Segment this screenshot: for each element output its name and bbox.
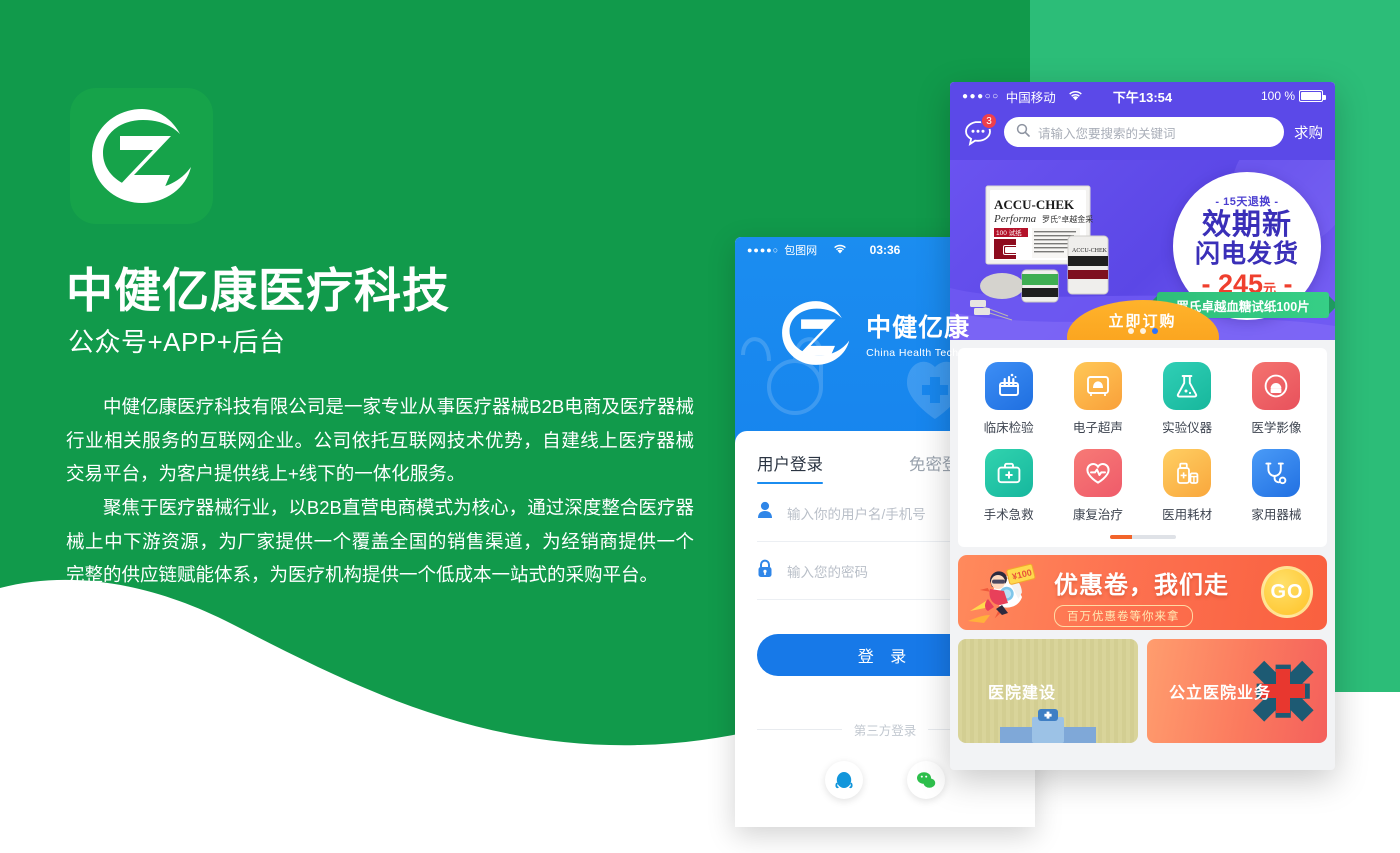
search-icon bbox=[1016, 123, 1030, 142]
company-logo bbox=[70, 88, 213, 224]
tile-label: 公立医院业务 bbox=[1169, 684, 1272, 702]
rocket-girl-illustration: ¥100 bbox=[968, 563, 1036, 623]
category-lab-instruments[interactable]: 实验仪器 bbox=[1143, 362, 1232, 436]
category-grid-card: 临床检验 电子超声 实验仪器 医学影像 手术急救 康复治疗 医用耗材 家用器械 bbox=[958, 348, 1327, 547]
company-description: 中健亿康医疗科技有限公司是一家专业从事医疗器械B2B电商及医疗器械行业相关服务的… bbox=[66, 390, 694, 592]
category-home-devices[interactable]: 家用器械 bbox=[1232, 449, 1321, 523]
banner-dot-1[interactable] bbox=[1127, 328, 1134, 334]
category-medical-consumables[interactable]: 医用耗材 bbox=[1143, 449, 1232, 523]
category-grid: 临床检验 电子超声 实验仪器 医学影像 手术急救 康复治疗 医用耗材 家用器械 bbox=[964, 362, 1321, 523]
chat-bubble-button[interactable]: 3 bbox=[962, 113, 997, 148]
poster-canvas: 中健亿康医疗科技 公众号+APP+后台 中健亿康医疗科技有限公司是一家专业从事医… bbox=[0, 0, 1400, 853]
wifi-icon bbox=[1068, 89, 1083, 104]
qq-login-button[interactable] bbox=[825, 761, 863, 799]
search-placeholder: 请输入您要搜索的关键词 bbox=[1038, 126, 1176, 141]
login-brand-row: 中健亿康 China Health Technology bbox=[735, 295, 1035, 371]
brand-name-cn: 中健亿康 bbox=[866, 313, 971, 342]
medicine-bottle-icon bbox=[1163, 449, 1212, 497]
coupon-subtitle: 百万优惠卷等你来拿 bbox=[1054, 604, 1193, 627]
search-row: 3 请输入您要搜索的关键词 求购 bbox=[950, 110, 1335, 158]
description-paragraph-1: 中健亿康医疗科技有限公司是一家专业从事医疗器械B2B电商及医疗器械行业相关服务的… bbox=[66, 396, 694, 485]
coupon-go-button[interactable]: GO bbox=[1261, 566, 1313, 618]
brand-text-block: 中健亿康 China Health Technology bbox=[866, 308, 992, 359]
lock-icon bbox=[757, 559, 773, 583]
chat-unread-badge: 3 bbox=[981, 113, 997, 129]
qq-icon bbox=[835, 772, 853, 789]
carrier-label: 中国移动 bbox=[1005, 90, 1056, 105]
banner-dot-2[interactable] bbox=[1139, 328, 1146, 334]
coupon-banner[interactable]: ¥100 优惠卷，我们走 百万优惠卷等你来拿 GO bbox=[958, 554, 1327, 630]
category-rehabilitation[interactable]: 康复治疗 bbox=[1053, 449, 1142, 523]
tile-label: 医院建设 bbox=[988, 684, 1057, 702]
category-label: 医用耗材 bbox=[1162, 508, 1213, 522]
promo-title-line1: 效期新 bbox=[1201, 209, 1292, 242]
signal-dots-icon: ●●●○○ bbox=[962, 90, 1000, 102]
category-pagination[interactable] bbox=[964, 535, 1321, 539]
page-subtitle: 公众号+APP+后台 bbox=[68, 327, 286, 357]
promo-title-line2-text: 闪电发货 bbox=[1194, 239, 1299, 268]
pager-segment-3[interactable] bbox=[1153, 535, 1176, 539]
first-aid-kit-icon bbox=[984, 449, 1033, 497]
ultrasound-monitor-icon bbox=[1073, 362, 1122, 410]
wifi-icon bbox=[833, 243, 847, 257]
battery-indicator: 100 % bbox=[1260, 89, 1326, 103]
third-party-login-label: 第三方登录 bbox=[853, 724, 917, 738]
hospital-building-icon bbox=[1000, 708, 1096, 743]
password-placeholder: 输入您的密码 bbox=[787, 564, 868, 580]
coupon-title: 优惠卷，我们走 bbox=[1054, 571, 1229, 599]
mri-scanner-icon bbox=[1252, 362, 1301, 410]
svg-text:ACCU-CHEK: ACCU-CHEK bbox=[994, 197, 1075, 212]
buy-request-button[interactable]: 求购 bbox=[1294, 122, 1323, 143]
pager-segment-1[interactable] bbox=[1109, 535, 1132, 539]
promo-title-line2: 闪电发货 bbox=[1194, 239, 1299, 269]
user-icon bbox=[757, 501, 773, 524]
battery-percent-label: 100 % bbox=[1260, 89, 1295, 103]
login-status-bar: ●●●●○ 包图网 03:36 bbox=[735, 237, 1035, 263]
category-label: 手术急救 bbox=[983, 508, 1034, 522]
category-label: 家用器械 bbox=[1251, 508, 1302, 522]
clock-label: 03:36 bbox=[869, 243, 901, 257]
page-title: 中健亿康医疗科技 bbox=[66, 264, 450, 317]
category-label: 医学影像 bbox=[1251, 421, 1302, 435]
search-input[interactable]: 请输入您要搜索的关键词 bbox=[1004, 117, 1284, 147]
category-label: 康复治疗 bbox=[1072, 508, 1123, 522]
divider-line-left bbox=[757, 729, 842, 730]
tile-public-hospital-business[interactable]: 公立医院业务 bbox=[1147, 638, 1327, 743]
pager-segment-2[interactable] bbox=[1131, 535, 1154, 539]
svg-text:Performa: Performa bbox=[993, 213, 1037, 225]
description-paragraph-2: 聚焦于医疗器械行业，以B2B直营电商模式为核心，通过深度整合医疗器械上中下游资源… bbox=[66, 496, 694, 586]
svg-text:ACCU-CHEK: ACCU-CHEK bbox=[1072, 248, 1108, 254]
flask-icon bbox=[1163, 362, 1212, 410]
category-label: 电子超声 bbox=[1072, 421, 1123, 435]
category-label: 临床检验 bbox=[983, 421, 1034, 435]
category-label: 实验仪器 bbox=[1162, 421, 1213, 435]
shop-status-bar: ●●●○○ 中国移动 下午13:54 100 % bbox=[950, 82, 1335, 110]
category-medical-imaging[interactable]: 医学影像 bbox=[1232, 362, 1321, 436]
category-ultrasound[interactable]: 电子超声 bbox=[1053, 362, 1142, 436]
signal-dots-icon: ●●●●○ bbox=[747, 245, 780, 255]
svg-text:罗氏°卓越金采: 罗氏°卓越金采 bbox=[1042, 214, 1093, 224]
category-clinical-testing[interactable]: 临床检验 bbox=[964, 362, 1053, 436]
stethoscope-icon bbox=[1252, 449, 1301, 497]
coupon-text-block: 优惠卷，我们走 百万优惠卷等你来拿 bbox=[1054, 565, 1229, 627]
username-placeholder: 输入你的用户名/手机号 bbox=[787, 506, 926, 522]
shop-phone-mockup: ●●●○○ 中国移动 下午13:54 100 % 3 请输入您要搜索的关键词 求… bbox=[950, 82, 1335, 770]
service-tiles: 医院建设 公立医院业务 bbox=[958, 638, 1327, 743]
wechat-login-button[interactable] bbox=[907, 761, 945, 799]
banner-dot-3[interactable] bbox=[1151, 328, 1158, 334]
carrier-label: 包图网 bbox=[784, 245, 818, 257]
brand-mark-icon bbox=[782, 301, 850, 365]
category-surgery-emergency[interactable]: 手术急救 bbox=[964, 449, 1053, 523]
wechat-icon bbox=[917, 772, 936, 788]
battery-indicator bbox=[1003, 245, 1025, 255]
tab-user-login[interactable]: 用户登录 bbox=[757, 451, 823, 484]
shop-header: ●●●○○ 中国移动 下午13:54 100 % 3 请输入您要搜索的关键词 求… bbox=[950, 82, 1335, 160]
svg-text:100 试纸: 100 试纸 bbox=[996, 228, 1022, 237]
heart-pulse-icon bbox=[1073, 449, 1122, 497]
banner-pagination-dots[interactable] bbox=[1127, 328, 1158, 334]
tile-hospital-construction[interactable]: 医院建设 bbox=[958, 638, 1138, 743]
promo-tag: - 15天退换 - bbox=[1215, 196, 1279, 209]
brand-name-en: China Health Technology bbox=[866, 346, 992, 359]
